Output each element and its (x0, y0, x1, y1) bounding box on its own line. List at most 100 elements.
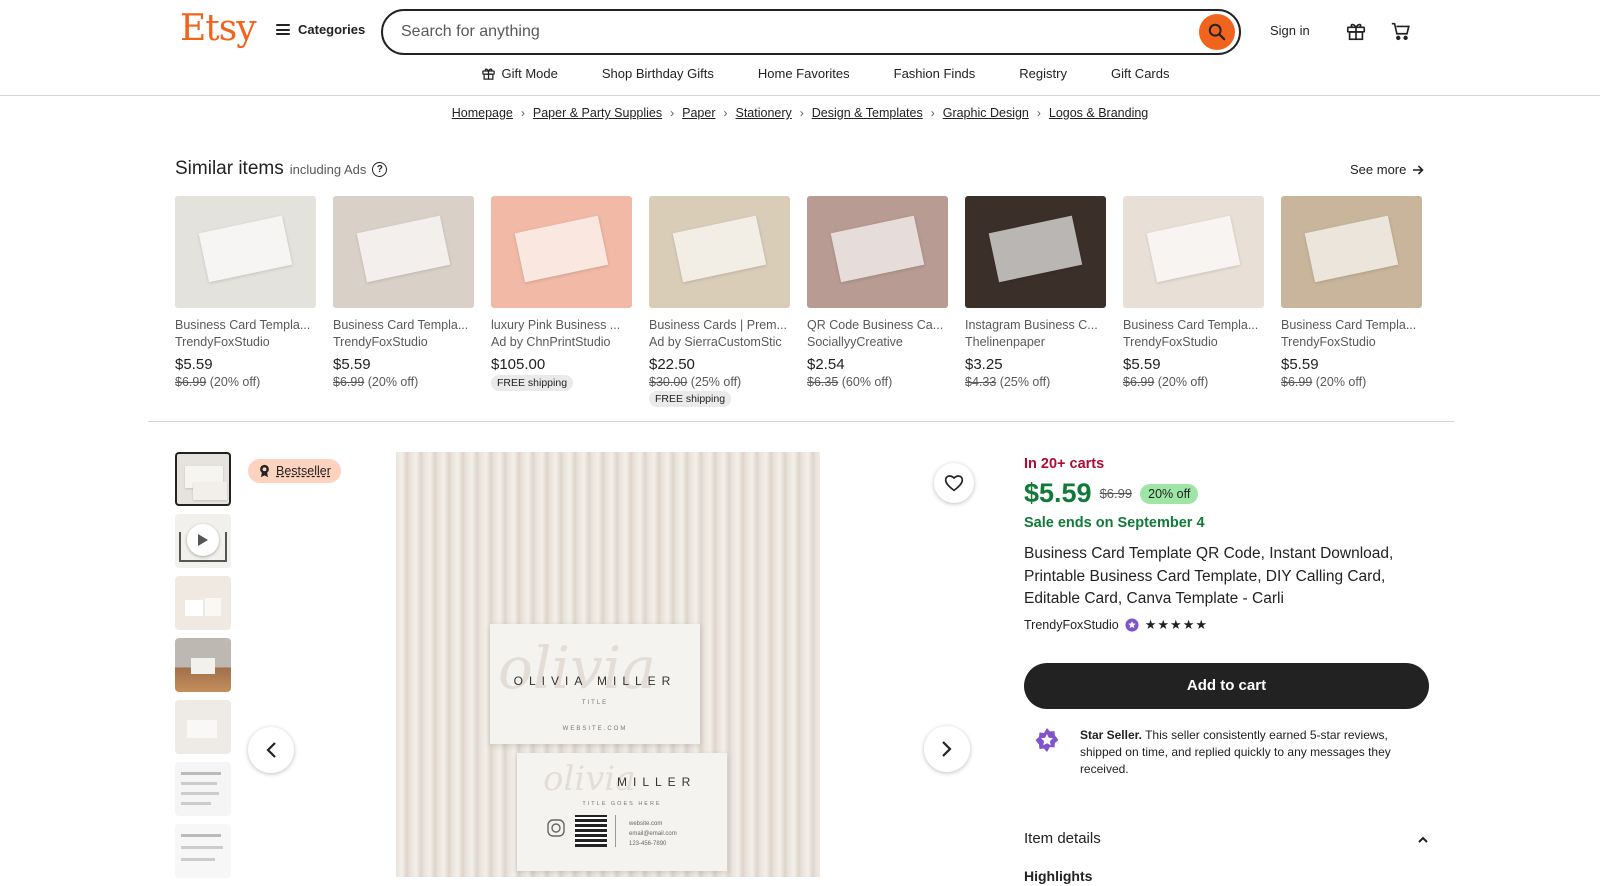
bestseller-badge[interactable]: Bestseller (248, 459, 341, 483)
chevron-right-icon: › (520, 106, 525, 120)
rating-stars[interactable]: ★★★★★ (1145, 617, 1208, 633)
similar-item-title[interactable]: Business Card Templa... (1123, 318, 1264, 332)
main-listing-image[interactable]: olivia OLIVIA MILLER TITLE WEBSITE.COM o… (396, 452, 820, 877)
similar-item-title[interactable]: Instagram Business C... (965, 318, 1106, 332)
similar-item-title[interactable]: Business Cards | Prem... (649, 318, 790, 332)
similar-item-card[interactable]: Business Card Templa... TrendyFoxStudio $5… (1123, 196, 1264, 407)
star-seller-badge-icon (1035, 727, 1059, 752)
subnav-label: Gift Mode (501, 66, 558, 81)
similar-item-original-price: $6.99 (20% off) (1281, 375, 1422, 389)
similar-item-title[interactable]: Business Card Templa... (175, 318, 316, 332)
card-back-title: TITLE GOES HERE (582, 801, 662, 807)
subnav-home-favorites[interactable]: Home Favorites (758, 66, 850, 81)
chevron-up-icon (1418, 836, 1428, 843)
thumbnail-image[interactable] (175, 762, 231, 816)
favorite-button[interactable] (934, 463, 974, 503)
original-price: $6.99 (1099, 486, 1133, 501)
sign-in-link[interactable]: Sign in (1270, 23, 1310, 38)
similar-item-card[interactable]: Business Card Templa... TrendyFoxStudio $5… (1281, 196, 1422, 407)
similar-item-original-price: $30.00 (25% off) (649, 375, 790, 389)
play-icon (187, 524, 219, 556)
search-input[interactable] (401, 23, 1161, 41)
thumbnail-image[interactable] (175, 452, 231, 506)
breadcrumb: Homepage › Paper & Party Supplies › Paper ›… (0, 106, 1600, 120)
breadcrumb-link[interactable]: Paper (682, 106, 715, 120)
similar-item-shop: Ad by ChnPrintStudio (491, 335, 611, 349)
gift-icon[interactable] (1343, 18, 1369, 44)
subnav-gift-cards[interactable]: Gift Cards (1111, 66, 1170, 81)
similar-item-image[interactable] (175, 196, 316, 308)
similar-item-shop: SociallyyCreative (807, 335, 903, 349)
similar-item-card[interactable]: Instagram Business C... Thelinenpaper $3.2… (965, 196, 1106, 407)
breadcrumb-link[interactable]: Design & Templates (812, 106, 923, 120)
similar-item-price: $3.25 (965, 356, 1003, 373)
strikethrough-price: $6.99 (333, 375, 365, 389)
star-seller-heading: Star Seller. (1079, 727, 1142, 742)
breadcrumb-link[interactable]: Stationery (736, 106, 792, 120)
discount-text: (25% off) (999, 375, 1051, 389)
shop-name-link[interactable]: TrendyFoxStudio (1024, 618, 1119, 632)
similar-item-original-price: $4.33 (25% off) (965, 375, 1106, 389)
thumbnail-image[interactable] (175, 824, 231, 878)
see-more-label: See more (1350, 162, 1407, 177)
similar-item-image[interactable] (649, 196, 790, 308)
thumbnail-image[interactable] (175, 576, 231, 630)
thumbnail-video[interactable] (175, 514, 231, 568)
similar-item-card[interactable]: Business Card Templa... TrendyFoxStudio $5… (333, 196, 474, 407)
discount-text: (20% off) (1315, 375, 1367, 389)
instagram-icon (547, 819, 565, 837)
similar-item-title[interactable]: luxury Pink Business ... (491, 318, 632, 332)
strikethrough-price: $6.99 (175, 375, 207, 389)
similar-item-shop: Ad by SierraCustomStic (649, 335, 782, 349)
previous-image-button[interactable] (248, 727, 294, 773)
item-details-toggle[interactable]: Item details (1024, 830, 1429, 847)
subnav-registry[interactable]: Registry (1019, 66, 1067, 81)
similar-item-card[interactable]: Business Cards | Prem... Ad by SierraCust… (649, 196, 790, 407)
breadcrumb-link[interactable]: Logos & Branding (1049, 106, 1148, 120)
subnav-gift-mode[interactable]: Gift Mode (481, 66, 558, 81)
see-more-link[interactable]: See more (1350, 162, 1425, 177)
subnav-birthday-gifts[interactable]: Shop Birthday Gifts (602, 66, 714, 81)
similar-item-image[interactable] (1281, 196, 1422, 308)
similar-item-card[interactable]: QR Code Business Ca... SociallyyCreative $… (807, 196, 948, 407)
similar-item-image[interactable] (807, 196, 948, 308)
help-icon[interactable]: ? (372, 162, 388, 177)
similar-item-title[interactable]: Business Card Templa... (1281, 318, 1422, 332)
etsy-logo[interactable]: Etsy (180, 8, 257, 49)
strikethrough-price: $30.00 (649, 375, 688, 389)
similar-item-image[interactable] (491, 196, 632, 308)
search-button[interactable] (1199, 14, 1235, 50)
next-image-button[interactable] (924, 726, 970, 772)
similar-item-original-price: $6.35 (60% off) (807, 375, 948, 389)
heart-icon (944, 475, 964, 492)
discount-text: (20% off) (367, 375, 419, 389)
similar-items-title: Similar items (175, 158, 284, 179)
thumbnail-image[interactable] (175, 700, 231, 754)
similar-item-title[interactable]: Business Card Templa... (333, 318, 474, 332)
similar-item-card[interactable]: luxury Pink Business ... Ad by ChnPrintSt… (491, 196, 632, 407)
breadcrumb-link[interactable]: Graphic Design (943, 106, 1029, 120)
similar-item-image[interactable] (965, 196, 1106, 308)
breadcrumb-link[interactable]: Homepage (452, 106, 513, 120)
star-seller-text: Star Seller. This seller consistently ea… (1080, 727, 1429, 778)
search-icon (1208, 23, 1226, 41)
similar-item-card[interactable]: Business Card Templa... TrendyFoxStudio $5… (175, 196, 316, 407)
strikethrough-price: $6.35 (807, 375, 839, 389)
subnav-fashion-finds[interactable]: Fashion Finds (894, 66, 976, 81)
card-back-line: website.com (629, 821, 663, 827)
bestseller-label: Bestseller (276, 464, 331, 478)
similar-item-image[interactable] (1123, 196, 1264, 308)
similar-item-image[interactable] (333, 196, 474, 308)
cart-icon[interactable] (1388, 18, 1414, 44)
thumbnail-image[interactable] (175, 638, 231, 692)
similar-items-header: Similar items including Ads ? (175, 158, 388, 180)
strikethrough-price: $6.99 (1123, 375, 1155, 389)
categories-button[interactable]: Categories (276, 22, 365, 37)
breadcrumb-link[interactable]: Paper & Party Supplies (533, 106, 662, 120)
shop-row: TrendyFoxStudio ★★★★★ (1024, 617, 1429, 633)
gift-icon (481, 68, 495, 80)
add-to-cart-button[interactable]: Add to cart (1024, 662, 1429, 709)
similar-item-title[interactable]: QR Code Business Ca... (807, 318, 948, 332)
divider (148, 421, 1454, 422)
similar-item-shop: TrendyFoxStudio (175, 335, 270, 349)
